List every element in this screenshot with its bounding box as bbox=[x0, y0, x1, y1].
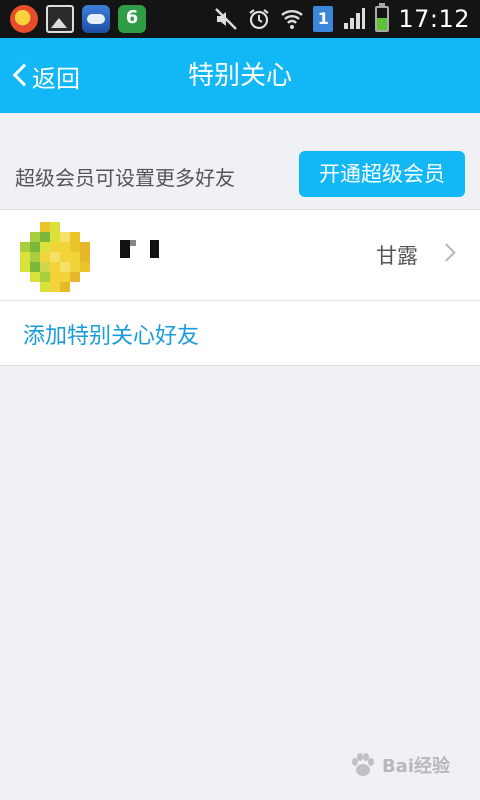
back-button[interactable]: 返回 bbox=[12, 58, 80, 94]
wifi-icon bbox=[280, 7, 304, 31]
mute-icon bbox=[214, 7, 238, 31]
add-special-care-friend[interactable]: 添加特别关心好友 bbox=[0, 301, 480, 365]
add-friend-label: 添加特别关心好友 bbox=[23, 324, 200, 349]
chevron-left-icon bbox=[12, 64, 26, 88]
notification-icons bbox=[10, 5, 146, 33]
friend-name-redacted bbox=[118, 240, 178, 262]
back-label: 返回 bbox=[32, 64, 80, 93]
app-icon-red bbox=[10, 5, 38, 33]
promo-text: 超级会员可设置更多好友 bbox=[15, 166, 235, 190]
cloud-app-icon bbox=[82, 5, 110, 33]
lock-app-icon bbox=[118, 5, 146, 33]
chevron-right-icon bbox=[442, 244, 456, 264]
special-care-list: 甘露 添加特别关心好友 bbox=[0, 209, 480, 366]
friend-row[interactable]: 甘露 bbox=[0, 210, 480, 301]
open-super-member-button[interactable]: 开通超级会员 bbox=[299, 151, 465, 197]
signal-icon bbox=[342, 7, 366, 31]
sim-icon: 1 bbox=[313, 6, 334, 32]
avatar bbox=[20, 222, 100, 302]
status-bar: 1 17:12 bbox=[0, 0, 480, 38]
friend-remark: 甘露 bbox=[376, 244, 418, 268]
watermark-logo: Bai经验 bbox=[381, 756, 450, 777]
battery-icon bbox=[375, 3, 390, 32]
clock: 17:12 bbox=[398, 5, 470, 33]
gallery-icon bbox=[46, 5, 74, 33]
super-member-promo: 超级会员可设置更多好友 开通超级会员 bbox=[0, 140, 480, 210]
system-icons: 1 17:12 bbox=[214, 3, 470, 35]
baidu-watermark: Bai经验 bbox=[348, 750, 450, 780]
paw-icon bbox=[351, 753, 374, 776]
title-bar: 特别关心 返回 bbox=[0, 38, 480, 113]
alarm-icon bbox=[247, 7, 271, 31]
battery-level bbox=[377, 17, 388, 30]
